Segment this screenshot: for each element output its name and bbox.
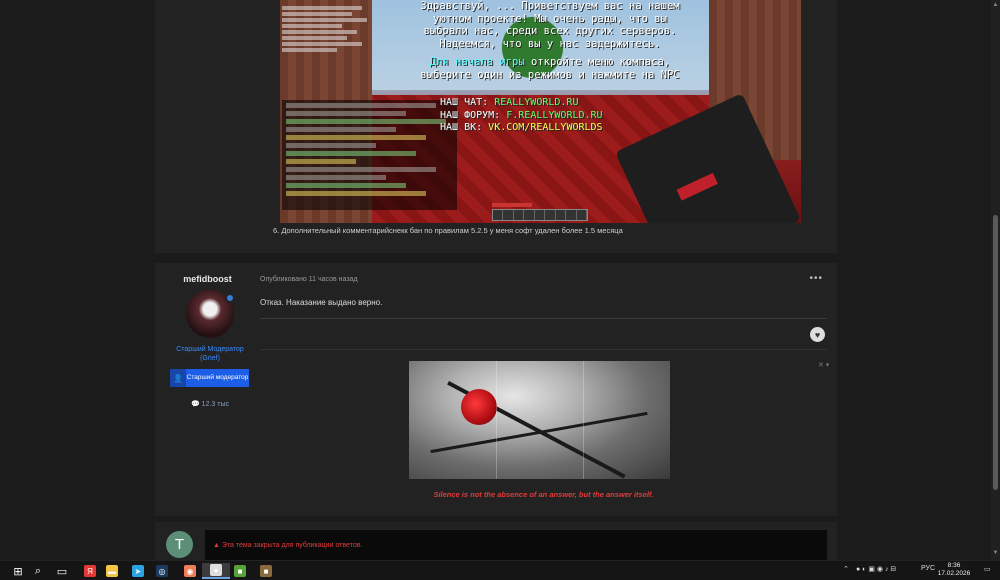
- additional-comment: 6. Дополнительный комментарийснекк бан п…: [273, 226, 623, 235]
- search-icon[interactable]: ⌕: [30, 563, 46, 579]
- heart-icon[interactable]: ♥: [810, 327, 825, 342]
- launcher-icon-glyph: ●: [210, 564, 222, 576]
- closed-topic-notice: ▲ Эта тема закрыта для публикации ответо…: [213, 542, 363, 549]
- scrollbar-thumb[interactable]: [993, 215, 998, 490]
- compass-hint-rest: откройте меню компаса,: [524, 56, 671, 68]
- minecraft-icon[interactable]: ■: [232, 563, 248, 579]
- rank-badge-label: Старший модератор: [186, 369, 249, 387]
- frame-line: [583, 361, 584, 479]
- welcome-message: Здравствуй, ... Приветствуем вас на наше…: [390, 0, 710, 81]
- divider: [260, 318, 827, 319]
- chat-link-label: НАШ ЧАТ:: [440, 97, 495, 108]
- hand-stripe: [676, 172, 718, 201]
- yandex-browser-icon[interactable]: Я: [82, 563, 98, 579]
- file-explorer-icon[interactable]: ▬: [104, 563, 120, 579]
- moderator-post: mefidboost Старший Модератор (Grief) 👤 С…: [155, 263, 837, 516]
- telegram-icon[interactable]: ➤: [130, 563, 146, 579]
- forum-link: НАШ ФОРУМ: F.REALLYWORLD.RU: [440, 110, 660, 123]
- windows-start-icon-glyph: ⊞: [13, 565, 23, 578]
- tray-icons[interactable]: ● ◐ ▣ ◉ ♪ ⊟: [856, 565, 896, 573]
- rank-badge: 👤 Старший модератор: [170, 369, 249, 387]
- online-badge-icon: [225, 293, 235, 303]
- welcome-line: выбрали нас, среди всех других серверов.: [423, 25, 677, 37]
- app-icon[interactable]: ◉: [182, 563, 198, 579]
- system-clock[interactable]: 8:36 17.02.2026: [934, 562, 974, 578]
- vk-link: НАШ ВК: VK.COM/REALLYWORLDS: [440, 122, 660, 135]
- language-indicator[interactable]: РУС: [921, 565, 935, 572]
- telegram-icon-glyph: ➤: [132, 565, 144, 577]
- reputation-value: 12.3 тыс: [201, 401, 229, 408]
- reply-area: T ▲ Эта тема закрыта для публикации отве…: [155, 522, 837, 560]
- divider: [260, 349, 827, 350]
- author-panel: mefidboost Старший Модератор (Grief) 👤 С…: [155, 263, 255, 516]
- yandex-browser-icon-glyph: Я: [84, 565, 96, 577]
- welcome-line: уютном проекте! Мы очень рады, что вы: [433, 12, 667, 25]
- user-icon: 👤: [170, 369, 186, 387]
- signature-text: Silence is not the absence of an answer,…: [433, 490, 654, 499]
- task-view-icon-glyph: ▭: [56, 565, 68, 578]
- forum-link-value: F.REALLYWORLD.RU: [506, 109, 603, 121]
- rose: [461, 389, 497, 425]
- clock-time: 8:36: [947, 562, 961, 569]
- compass-hint: Для начала игры откройте меню компаса,: [390, 56, 710, 69]
- signature-image: [409, 361, 670, 479]
- launcher-icon[interactable]: ●: [202, 563, 230, 579]
- taskbar: ⊞ ⌕ ▭ Я ▬ ➤ ◎ ◉ ● ■ ■ ⌃ ● ◐ ▣ ◉ ♪ ⊟ РУС 8:36 17.02…: [0, 560, 1000, 580]
- forum-page: Здравствуй, ... Приветствуем вас на наше…: [0, 0, 1000, 560]
- game-chat: [282, 100, 457, 210]
- hotbar: [492, 209, 588, 221]
- post-text: Отказ. Наказание выдано верно.: [260, 298, 383, 307]
- author-name[interactable]: mefidboost: [155, 274, 260, 284]
- branch: [430, 411, 648, 454]
- steam-icon-glyph: ◎: [156, 565, 168, 577]
- vk-link-label: НАШ ВК:: [440, 122, 489, 133]
- chat-link: НАШ ЧАТ: REALLYWORLD.RU: [440, 97, 660, 110]
- search-icon-glyph: ⌕: [34, 564, 42, 577]
- post-menu-button[interactable]: •••: [809, 273, 823, 284]
- clock-date: 17.02.2026: [937, 570, 971, 577]
- notification-icon[interactable]: ▭: [984, 565, 996, 577]
- minecraft-launcher-icon-glyph: ■: [260, 565, 272, 577]
- server-links: НАШ ЧАТ: REALLYWORLD.RU НАШ ФОРУМ: F.REA…: [440, 97, 660, 135]
- compass-hint-highlight: Для начала игры: [429, 56, 525, 68]
- file-explorer-icon-glyph: ▬: [106, 565, 118, 577]
- debug-overlay: [282, 4, 372, 54]
- author-rank-text: Старший Модератор (Grief): [176, 346, 244, 362]
- avatar: T: [166, 531, 193, 558]
- previous-post: Здравствуй, ... Приветствуем вас на наше…: [155, 0, 837, 253]
- scroll-up-icon[interactable]: ▲: [992, 2, 999, 10]
- windows-start-icon[interactable]: ⊞: [10, 563, 26, 579]
- compass-hint-line-2: выберите один из режимов и нажмите на NP…: [420, 68, 680, 81]
- chevron-up-icon[interactable]: ⌃: [843, 565, 849, 573]
- welcome-line: Здравствуй, ... Приветствуем вас на наше…: [420, 0, 680, 12]
- post-timestamp[interactable]: Опубликовано 11 часов назад: [260, 276, 358, 283]
- minecraft-icon-glyph: ■: [234, 565, 246, 577]
- chat-link-value: REALLYWORLD.RU: [494, 97, 579, 108]
- app-icon-glyph: ◉: [184, 565, 196, 577]
- reputation: 💬 12.3 тыс: [191, 401, 229, 408]
- minecraft-launcher-icon[interactable]: ■: [258, 563, 274, 579]
- minecraft-screenshot[interactable]: Здравствуй, ... Приветствуем вас на наше…: [280, 0, 801, 223]
- scroll-down-icon[interactable]: ▼: [992, 550, 999, 558]
- task-view-icon[interactable]: ▭: [54, 563, 70, 579]
- vk-link-value: VK.COM/REALLYWORLDS: [488, 122, 603, 133]
- image-controls[interactable]: ✕ ▾: [818, 361, 829, 369]
- health-bar: [492, 203, 532, 207]
- page-scrollbar[interactable]: ▲ ▼: [991, 0, 1000, 560]
- frame-line: [496, 361, 497, 479]
- welcome-line: Надеемся, что вы у нас задержитесь.: [439, 37, 661, 50]
- steam-icon[interactable]: ◎: [154, 563, 170, 579]
- closed-topic-bar: ▲ Эта тема закрыта для публикации ответо…: [205, 530, 827, 560]
- forum-link-label: НАШ ФОРУМ:: [440, 109, 507, 121]
